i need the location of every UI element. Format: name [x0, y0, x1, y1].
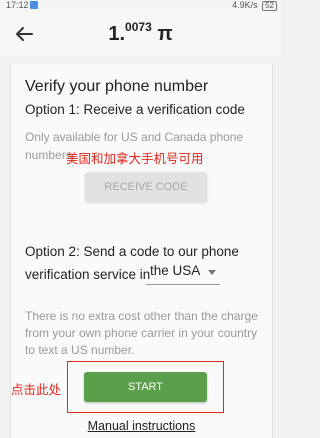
option2-note: There is no extra cost other than the ch… [25, 309, 258, 357]
receive-code-button[interactable]: RECEIVE CODE [85, 172, 207, 202]
annotation-click-here: 点击此处 [11, 383, 62, 397]
option1-heading: Option 1: Receive a verification code [25, 102, 245, 117]
option2-heading: Option 2: Send a code to our phone verif… [25, 244, 239, 282]
status-time: 17:12 [6, 0, 29, 10]
network-speed: 4.9K/s [232, 0, 258, 10]
app-bar: 1.0073 π [0, 12, 281, 56]
country-select-value: the USA [150, 263, 201, 278]
pi-symbol: π [157, 23, 173, 45]
country-select[interactable]: the USA [146, 260, 220, 285]
page-title: Verify your phone number [25, 78, 209, 95]
manual-instructions-link[interactable]: Manual instructions [11, 419, 272, 433]
battery-icon: 52 [262, 1, 277, 11]
brand-main: 1. [108, 23, 126, 45]
status-bar: 17:12 4.9K/s 52 [0, 0, 281, 12]
start-button[interactable]: START [84, 372, 207, 402]
status-right: 4.9K/s 52 [232, 0, 277, 11]
annotation-us-canada: 美国和加拿大手机号可用 [66, 152, 204, 166]
app-title: 1.0073 π [0, 20, 281, 46]
chevron-down-icon [208, 270, 216, 275]
brand-sup: 0073 [125, 20, 152, 34]
verify-card: Verify your phone number Option 1: Recei… [10, 64, 273, 438]
notification-icon [30, 1, 38, 9]
